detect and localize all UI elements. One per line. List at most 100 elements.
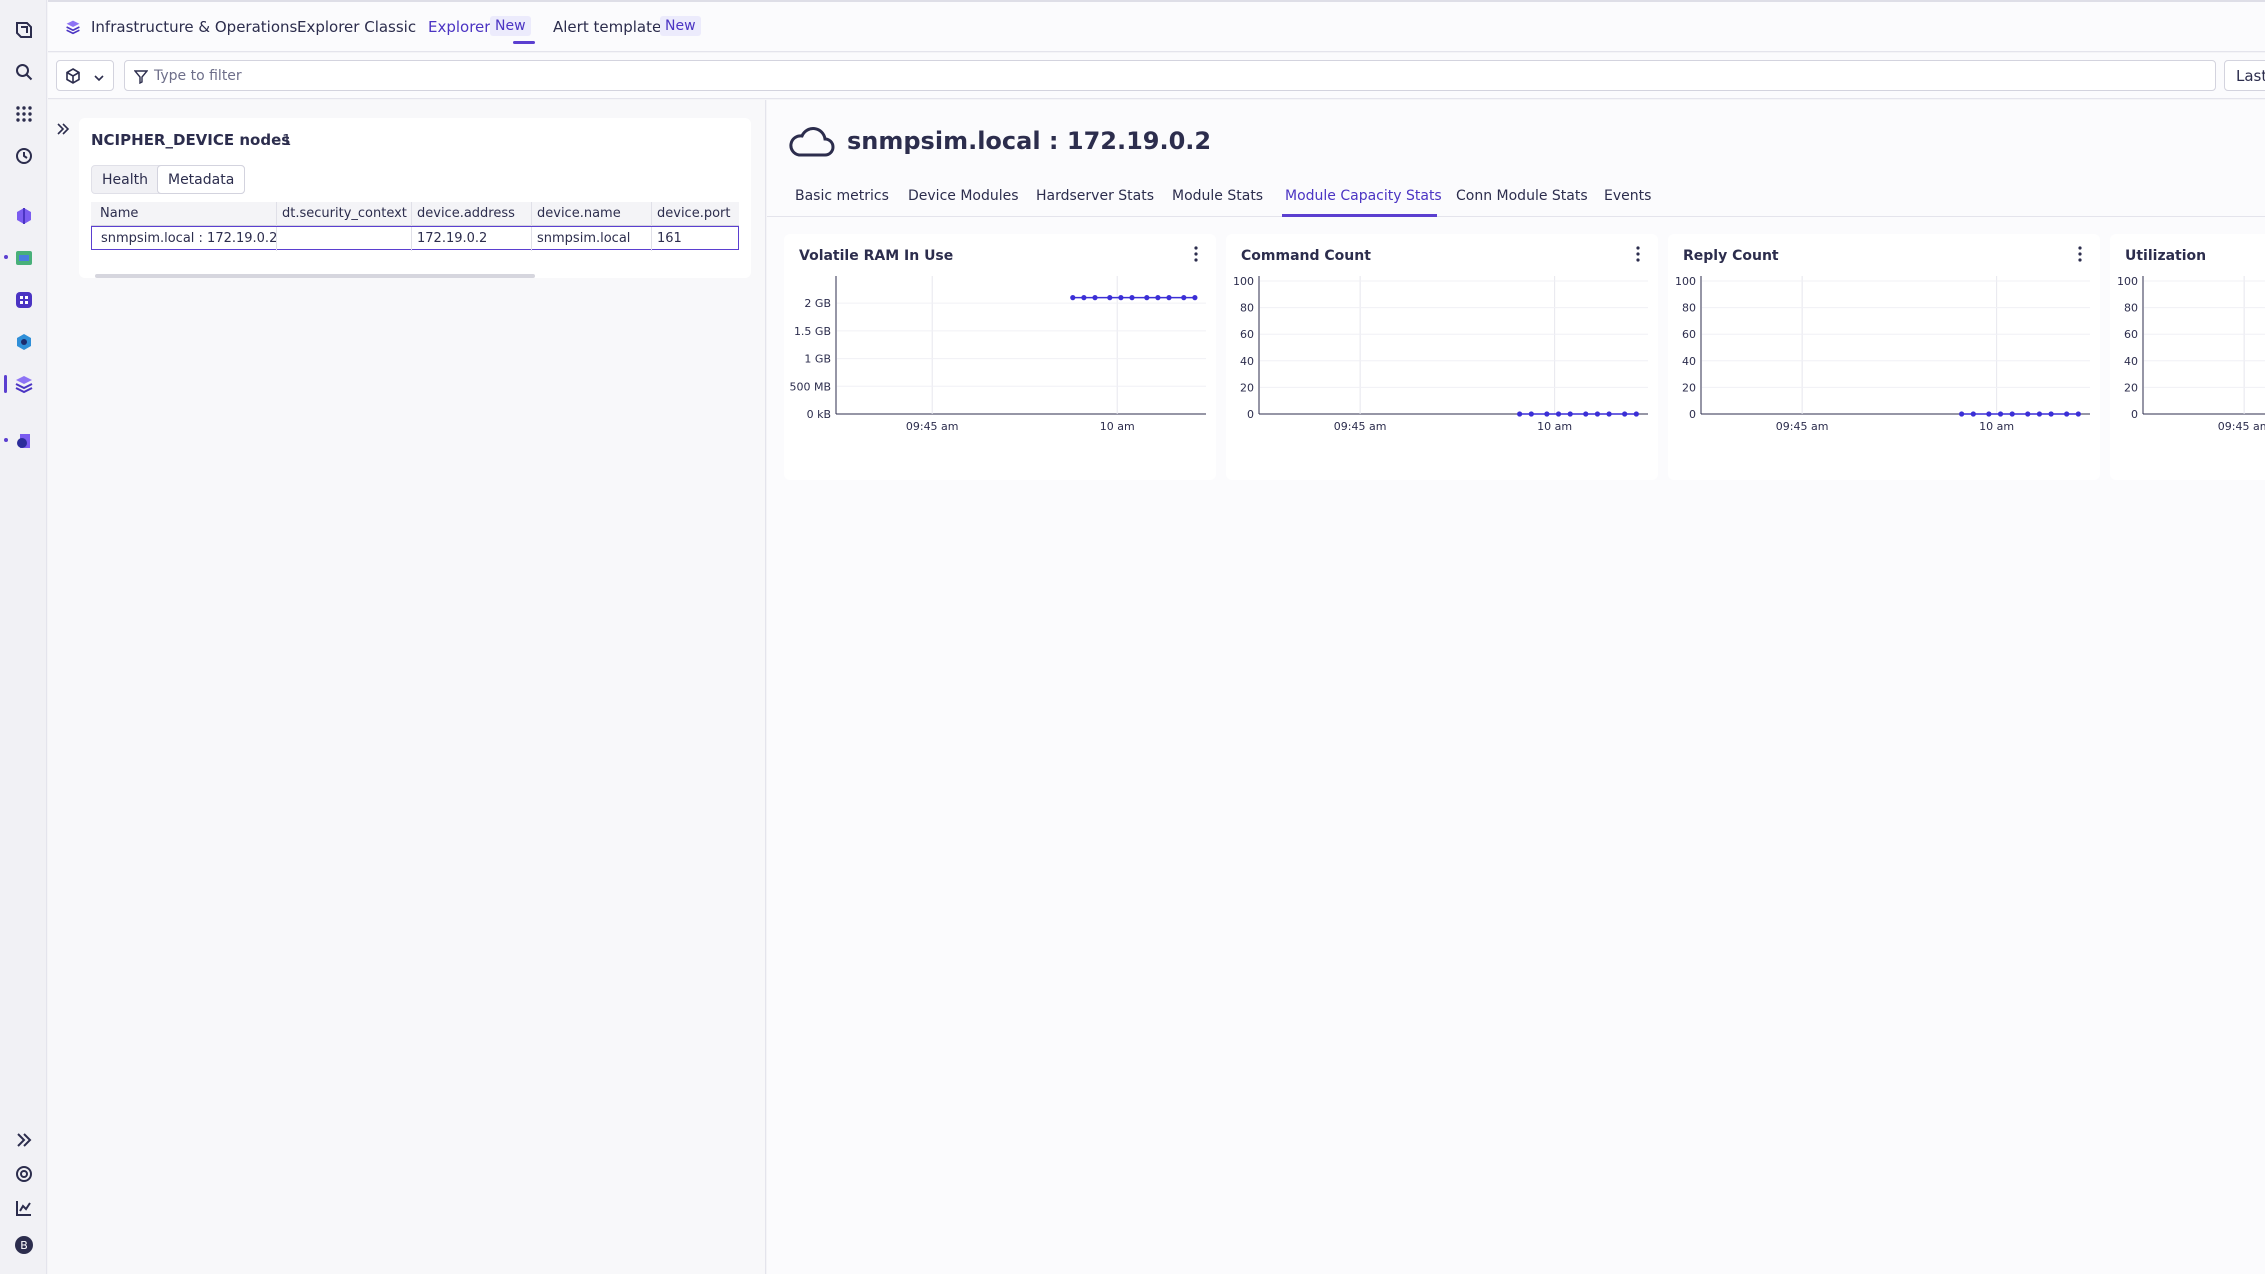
- y-tick-label: 0: [1689, 408, 1696, 421]
- history-icon[interactable]: [10, 142, 37, 169]
- y-tick-label: 100: [1675, 275, 1696, 288]
- app-infrastructure-icon[interactable]: [10, 370, 37, 397]
- data-point[interactable]: [1181, 295, 1187, 301]
- tab-basic-metrics[interactable]: Basic metrics: [795, 188, 889, 204]
- chart-card-volatile-ram: Volatile RAM In Use 0 kB 500 MB 1 GB 1.5 GB…: [784, 234, 1216, 480]
- data-point[interactable]: [2036, 411, 2043, 417]
- tab-module-capacity-stats[interactable]: Module Capacity Stats: [1285, 188, 1442, 204]
- horizontal-scrollbar[interactable]: [95, 274, 535, 278]
- data-point[interactable]: [1166, 295, 1172, 301]
- y-tick-label: 60: [1240, 328, 1254, 341]
- y-tick-label: 100: [1233, 275, 1254, 288]
- data-point[interactable]: [1544, 411, 1550, 417]
- y-tick-label: 40: [1682, 355, 1696, 368]
- nav-rail: B: [0, 0, 47, 1274]
- dynatrace-logo-icon[interactable]: [10, 16, 37, 43]
- data-point[interactable]: [1129, 295, 1135, 301]
- data-point[interactable]: [1997, 411, 2004, 417]
- user-avatar-icon[interactable]: B: [10, 1231, 37, 1258]
- data-point[interactable]: [1959, 411, 1965, 417]
- entity-title: snmpsim.local : 172.19.0.2: [847, 127, 1212, 155]
- data-point[interactable]: [1155, 295, 1161, 301]
- data-point[interactable]: [2075, 411, 2081, 417]
- timeframe-button[interactable]: Last: [2224, 60, 2265, 91]
- chart-card-reply-count: Reply Count 0 20 40 60 80 100 09:45 am 10 am: [1668, 234, 2100, 480]
- data-point[interactable]: [1606, 411, 1612, 417]
- tab-explorer-classic[interactable]: Explorer Classic: [297, 18, 416, 36]
- y-tick-label: 1.5 GB: [794, 325, 831, 338]
- tab-metadata[interactable]: Metadata: [156, 165, 246, 194]
- analytics-icon[interactable]: [10, 1194, 37, 1221]
- app-data-icon[interactable]: [10, 286, 37, 313]
- data-point[interactable]: [2064, 411, 2070, 417]
- y-tick-label: 0: [1247, 408, 1254, 421]
- filter-icon: [133, 69, 149, 88]
- data-point[interactable]: [1092, 295, 1098, 301]
- app-notebooks-icon[interactable]: [10, 427, 37, 454]
- column-header[interactable]: dt.security_context: [282, 206, 407, 221]
- view-toggle: Health Metadata: [91, 165, 246, 194]
- x-tick-label: 10 am: [1979, 420, 2014, 433]
- column-header[interactable]: device.port: [657, 206, 730, 221]
- search-icon[interactable]: [10, 58, 37, 85]
- data-point[interactable]: [1118, 295, 1124, 301]
- collapse-panel-icon[interactable]: [56, 122, 70, 140]
- tab-alert-templates[interactable]: Alert templates: [553, 18, 669, 36]
- x-tick-label: 09:45 am: [1776, 420, 1829, 433]
- column-header[interactable]: device.address: [417, 206, 515, 221]
- column-header[interactable]: Name: [100, 206, 138, 221]
- data-point[interactable]: [1192, 295, 1198, 301]
- chart-plot: 0 20 40 60 80 100 09:45 am 10 am: [1675, 275, 2090, 433]
- expand-rail-icon[interactable]: [10, 1126, 37, 1153]
- cloud-icon: [787, 125, 835, 163]
- data-point[interactable]: [1081, 295, 1087, 301]
- y-tick-label: 80: [1240, 302, 1254, 315]
- apps-grid-icon[interactable]: [10, 100, 37, 127]
- data-point[interactable]: [1517, 411, 1523, 417]
- cell-name[interactable]: snmpsim.local : 172.19.0.2: [101, 231, 277, 246]
- app-kubernetes-icon[interactable]: [10, 202, 37, 229]
- data-point[interactable]: [2009, 411, 2015, 417]
- chart-card-command-count: Command Count 0 20 40 60 80 100 09:45 am 10 am: [1226, 234, 1658, 480]
- new-badge: New: [660, 16, 701, 36]
- column-header[interactable]: device.name: [537, 206, 621, 221]
- chart-plot: 0 20 40 60 80 100 09:45 am: [2117, 275, 2265, 433]
- app-header: Infrastructure & Operations Explorer Cla…: [48, 0, 2265, 52]
- entity-type-selector[interactable]: [56, 60, 114, 91]
- tab-events[interactable]: Events: [1604, 188, 1651, 204]
- filter-input[interactable]: Type to filter: [124, 60, 2216, 91]
- tab-conn-module-stats[interactable]: Conn Module Stats: [1456, 188, 1588, 204]
- y-tick-label: 80: [2124, 302, 2138, 315]
- data-point[interactable]: [1528, 411, 1534, 417]
- data-point[interactable]: [1070, 295, 1076, 301]
- data-point[interactable]: [2025, 411, 2031, 417]
- infrastructure-app-icon: [65, 19, 81, 39]
- table-row[interactable]: snmpsim.local : 172.19.0.2 172.19.0.2 sn…: [91, 226, 739, 251]
- tab-hardserver-stats[interactable]: Hardserver Stats: [1036, 188, 1154, 204]
- tab-module-stats[interactable]: Module Stats: [1172, 188, 1263, 204]
- y-tick-label: 100: [2117, 275, 2138, 288]
- tab-explorer[interactable]: Explorer: [428, 18, 490, 36]
- data-point[interactable]: [1583, 411, 1589, 417]
- data-point[interactable]: [1144, 295, 1150, 301]
- data-point[interactable]: [2048, 411, 2054, 417]
- cube-icon: [65, 68, 81, 88]
- data-point[interactable]: [1986, 411, 1992, 417]
- help-icon[interactable]: [10, 1160, 37, 1187]
- data-point[interactable]: [1970, 411, 1976, 417]
- entity-list-panel: NCIPHER_DEVICE nodes 1 Health Metadata N…: [48, 100, 766, 1274]
- tab-health[interactable]: Health: [92, 166, 158, 193]
- data-point[interactable]: [1594, 411, 1601, 417]
- app-services-icon[interactable]: [10, 328, 37, 355]
- tab-device-modules[interactable]: Device Modules: [908, 188, 1019, 204]
- chevron-down-icon: [93, 69, 105, 88]
- y-tick-label: 40: [1240, 355, 1254, 368]
- y-tick-label: 500 MB: [789, 380, 831, 393]
- data-point[interactable]: [1555, 411, 1562, 417]
- data-point[interactable]: [1107, 295, 1113, 301]
- data-point[interactable]: [1567, 411, 1573, 417]
- app-dashboard-icon[interactable]: [10, 244, 37, 271]
- data-point[interactable]: [1633, 411, 1639, 417]
- app-title[interactable]: Infrastructure & Operations: [91, 18, 297, 36]
- data-point[interactable]: [1622, 411, 1628, 417]
